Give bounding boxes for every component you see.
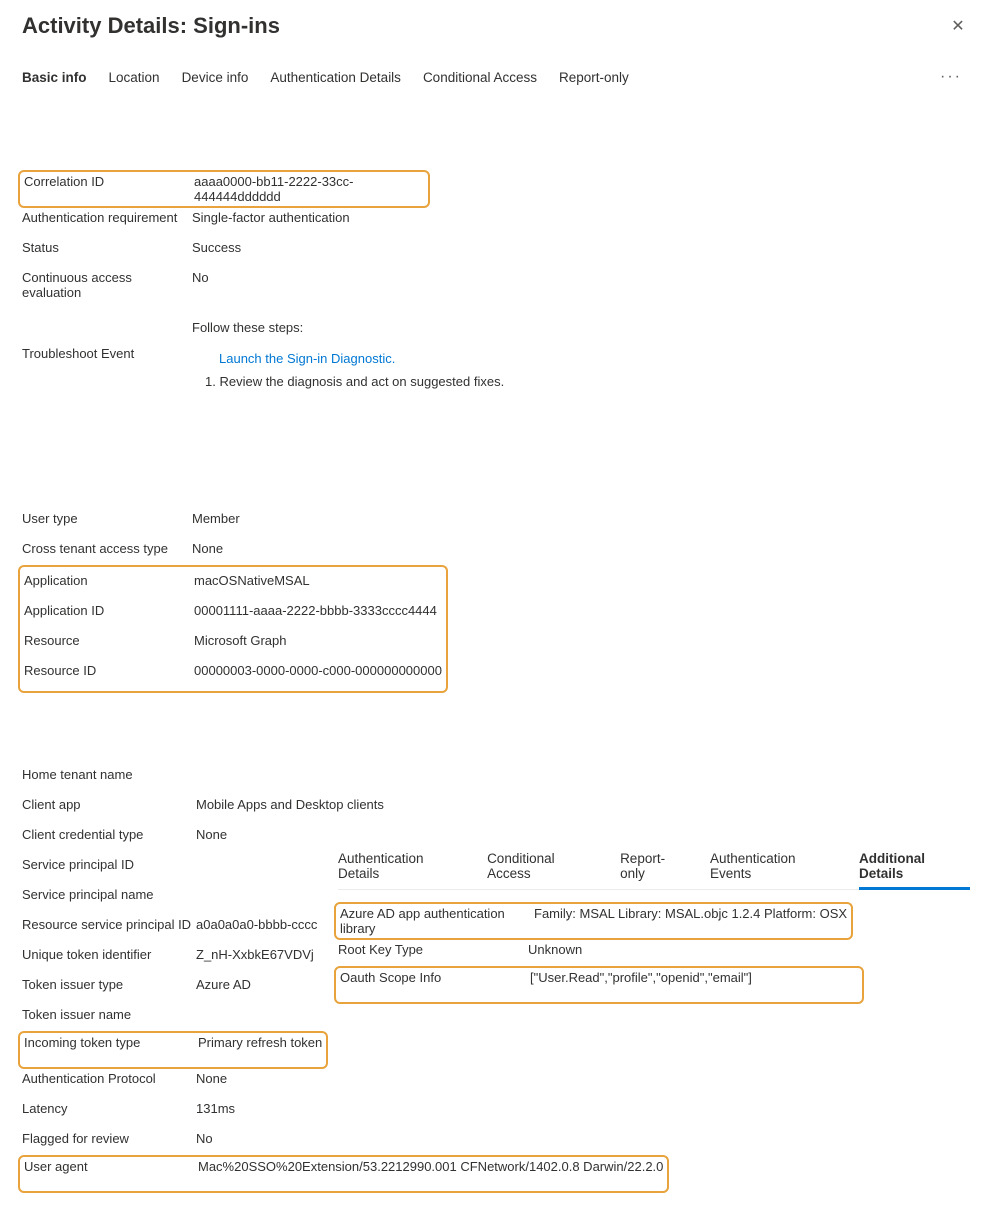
label-status: Status (22, 240, 192, 255)
highlight-application-block: ApplicationmacOSNativeMSAL Application I… (18, 565, 448, 693)
highlight-user-agent: User agentMac%20SSO%20Extension/53.22129… (18, 1155, 669, 1193)
value-root-key-type: Unknown (528, 942, 582, 957)
label-sp-name: Service principal name (22, 887, 196, 902)
tab-basic-info[interactable]: Basic info (22, 70, 87, 85)
highlight-auth-library: Azure AD app authentication libraryFamil… (334, 902, 853, 940)
page-title: Activity Details: Sign-ins (22, 13, 280, 39)
close-button[interactable]: ✕ (944, 12, 972, 40)
label-rsp-id: Resource service principal ID (22, 917, 196, 932)
label-user-agent: User agent (24, 1159, 198, 1174)
value-latency: 131ms (196, 1101, 235, 1116)
label-cae: Continuous access evaluation (22, 270, 192, 300)
value-resource: Microsoft Graph (194, 633, 442, 648)
label-root-key-type: Root Key Type (338, 942, 528, 957)
inner-tab-additional-details[interactable]: Additional Details (859, 851, 970, 890)
inner-tabs: Authentication Details Conditional Acces… (338, 851, 970, 890)
label-tin: Token issuer name (22, 1007, 196, 1022)
label-latency: Latency (22, 1101, 196, 1116)
highlight-incoming-token-type: Incoming token typePrimary refresh token (18, 1031, 328, 1069)
label-tit: Token issuer type (22, 977, 196, 992)
value-flagged: No (196, 1131, 213, 1146)
section-token: Home tenant name Client appMobile Apps a… (22, 763, 972, 1191)
label-auth-protocol: Authentication Protocol (22, 1071, 196, 1086)
label-ctat: Cross tenant access type (22, 541, 192, 556)
more-icon: ··· (940, 68, 962, 85)
label-application-id: Application ID (24, 603, 194, 618)
label-resource-id: Resource ID (24, 663, 194, 678)
tabs: Basic info Location Device info Authenti… (22, 68, 972, 86)
tab-conditional-access[interactable]: Conditional Access (423, 70, 537, 85)
label-auth-library: Azure AD app authentication library (340, 906, 534, 936)
value-resource-id: 00000003-0000-0000-c000-000000000000 (194, 663, 442, 678)
value-user-agent: Mac%20SSO%20Extension/53.2212990.001 CFN… (198, 1159, 663, 1174)
inner-tab-auth-events[interactable]: Authentication Events (710, 851, 837, 883)
label-troubleshoot: Troubleshoot Event (22, 346, 192, 389)
inner-tab-report-only[interactable]: Report-only (620, 851, 688, 883)
label-itt: Incoming token type (24, 1035, 198, 1050)
label-correlation-id: Correlation ID (24, 174, 194, 189)
troubleshoot-follow-steps: Follow these steps: (192, 320, 504, 335)
more-menu-button[interactable]: ··· (940, 68, 962, 86)
value-uti: Z_nH-XxbkE67VDVj (196, 947, 314, 962)
label-client-cred: Client credential type (22, 827, 196, 842)
value-auth-protocol: None (196, 1071, 227, 1086)
inner-tab-auth-details[interactable]: Authentication Details (338, 851, 465, 883)
value-user-type: Member (192, 511, 972, 526)
value-itt: Primary refresh token (198, 1035, 322, 1050)
inner-panel-additional-details: Authentication Details Conditional Acces… (334, 847, 970, 1002)
highlight-correlation-id: Correlation ID aaaa0000-bb11-2222-33cc-4… (18, 170, 430, 208)
value-cae: No (192, 270, 972, 285)
highlight-oauth-scope: Oauth Scope Info["User.Read","profile","… (334, 966, 864, 1004)
close-icon: ✕ (951, 16, 964, 36)
link-launch-diagnostic[interactable]: Launch the Sign-in Diagnostic. (219, 351, 395, 366)
label-uti: Unique token identifier (22, 947, 196, 962)
inner-tab-conditional-access[interactable]: Conditional Access (487, 851, 598, 883)
value-client-cred: None (196, 827, 227, 842)
value-application: macOSNativeMSAL (194, 573, 442, 588)
tab-device-info[interactable]: Device info (182, 70, 249, 85)
value-rsp-id: a0a0a0a0-bbbb-cccc (196, 917, 317, 932)
value-client-app: Mobile Apps and Desktop clients (196, 797, 384, 812)
value-auth-requirement: Single-factor authentication (192, 210, 972, 225)
label-flagged: Flagged for review (22, 1131, 196, 1146)
value-oauth-scope: ["User.Read","profile","openid","email"] (530, 970, 752, 985)
header: Activity Details: Sign-ins ✕ (22, 12, 972, 40)
label-resource: Resource (24, 633, 194, 648)
value-ctat: None (192, 541, 972, 556)
troubleshoot-step-1: 1. Review the diagnosis and act on sugge… (205, 374, 504, 389)
tab-location[interactable]: Location (109, 70, 160, 85)
label-home-tenant: Home tenant name (22, 767, 196, 782)
value-application-id: 00001111-aaaa-2222-bbbb-3333cccc4444 (194, 603, 442, 618)
section-summary: Correlation ID aaaa0000-bb11-2222-33cc-4… (22, 172, 972, 389)
label-client-app: Client app (22, 797, 196, 812)
value-tit: Azure AD (196, 977, 251, 992)
label-auth-requirement: Authentication requirement (22, 210, 192, 225)
label-application: Application (24, 573, 194, 588)
value-status: Success (192, 240, 972, 255)
label-user-type: User type (22, 511, 192, 526)
tab-authentication-details[interactable]: Authentication Details (270, 70, 401, 85)
label-sp-id: Service principal ID (22, 857, 196, 872)
label-oauth-scope: Oauth Scope Info (340, 970, 530, 985)
section-app: User type Member Cross tenant access typ… (22, 507, 972, 691)
tab-report-only[interactable]: Report-only (559, 70, 629, 85)
value-correlation-id: aaaa0000-bb11-2222-33cc-444444dddddd (194, 174, 424, 204)
value-auth-library: Family: MSAL Library: MSAL.objc 1.2.4 Pl… (534, 906, 847, 921)
